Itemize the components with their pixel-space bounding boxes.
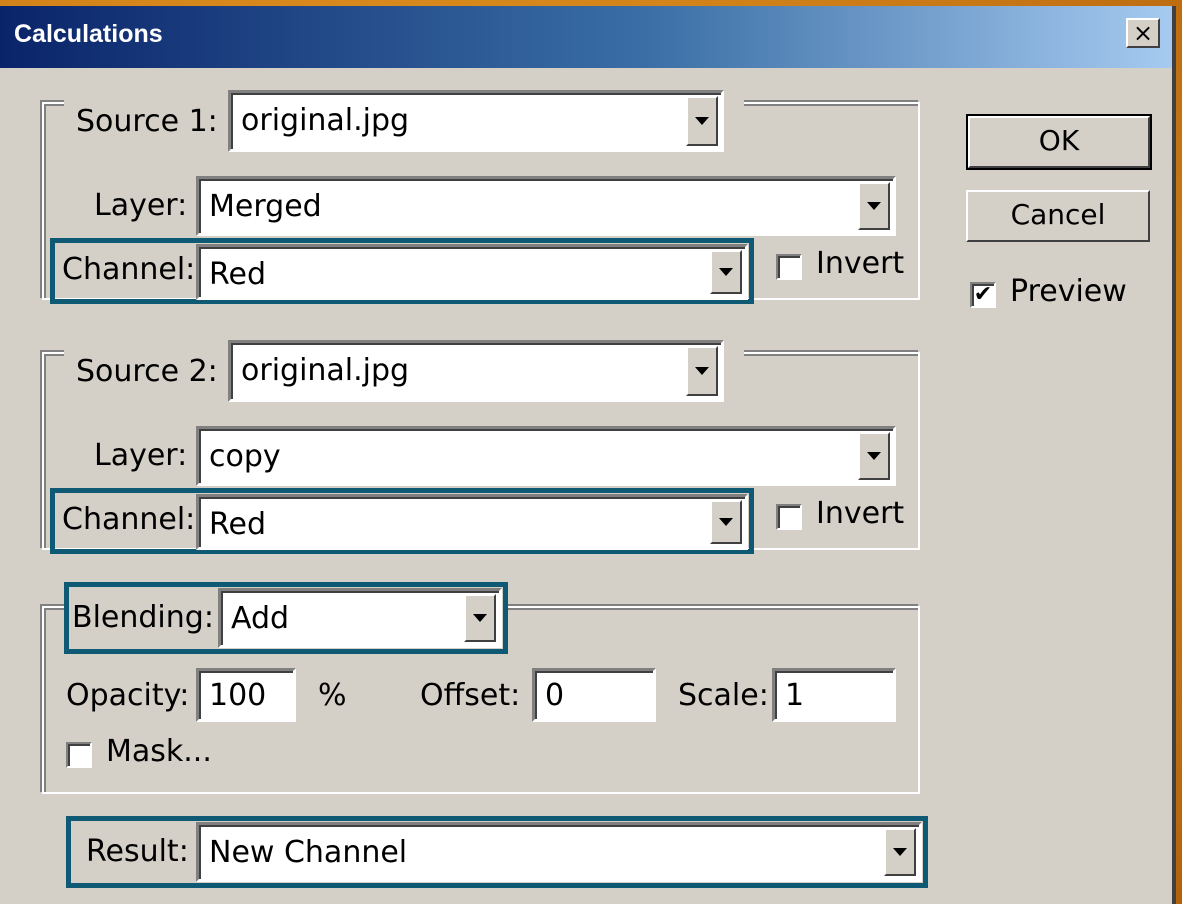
title-bar[interactable]: Calculations × — [0, 6, 1172, 68]
source2-channel-label: Channel: — [62, 502, 196, 537]
mask-checkbox[interactable] — [66, 742, 92, 768]
scale-input[interactable]: 1 — [772, 668, 896, 722]
source1-select[interactable]: original.jpg — [228, 90, 724, 152]
offset-value: 0 — [545, 678, 565, 713]
source2-invert-label: Invert — [816, 496, 905, 531]
source1-layer-value: Merged — [209, 189, 322, 224]
ok-button[interactable]: OK — [966, 114, 1152, 170]
chevron-down-icon[interactable] — [710, 500, 742, 544]
source2-channel-value: Red — [209, 507, 266, 542]
source1-invert-checkbox[interactable] — [776, 254, 802, 280]
source1-label: Source 1: — [76, 104, 218, 139]
blending-select[interactable]: Add — [218, 588, 502, 648]
opacity-label: Opacity: — [66, 678, 190, 713]
cancel-button[interactable]: Cancel — [966, 190, 1150, 242]
source2-layer-select[interactable]: copy — [196, 426, 896, 486]
blending-label: Blending: — [72, 600, 214, 635]
chevron-down-icon[interactable] — [858, 182, 890, 230]
source1-layer-select[interactable]: Merged — [196, 176, 896, 236]
source2-label: Source 2: — [76, 354, 218, 389]
source1-value: original.jpg — [241, 103, 410, 138]
scale-label: Scale: — [678, 678, 769, 713]
source2-layer-value: copy — [209, 439, 281, 474]
result-label: Result: — [86, 834, 189, 869]
opacity-value: 100 — [209, 678, 267, 713]
result-value: New Channel — [209, 835, 408, 870]
offset-input[interactable]: 0 — [532, 668, 656, 722]
source2-layer-label: Layer: — [94, 438, 188, 473]
source1-channel-value: Red — [209, 257, 266, 292]
source1-invert-label: Invert — [816, 246, 905, 281]
chevron-down-icon[interactable] — [464, 594, 496, 642]
result-select[interactable]: New Channel — [196, 822, 922, 882]
chevron-down-icon[interactable] — [686, 96, 718, 146]
opacity-input[interactable]: 100 — [196, 668, 296, 722]
close-button[interactable]: × — [1126, 18, 1160, 48]
source2-invert-checkbox[interactable] — [776, 504, 802, 530]
checkmark-icon: ✔ — [973, 282, 993, 307]
preview-checkbox[interactable]: ✔ — [970, 282, 996, 308]
source1-layer-label: Layer: — [94, 188, 188, 223]
blending-value: Add — [231, 601, 290, 636]
percent-label: % — [318, 678, 347, 713]
source2-value: original.jpg — [241, 353, 410, 388]
source2-select[interactable]: original.jpg — [228, 340, 724, 402]
source1-channel-select[interactable]: Red — [196, 244, 748, 300]
chevron-down-icon[interactable] — [858, 432, 890, 480]
chevron-down-icon[interactable] — [686, 346, 718, 396]
preview-label: Preview — [1010, 274, 1127, 309]
chevron-down-icon[interactable] — [884, 828, 916, 876]
source1-channel-label: Channel: — [62, 252, 196, 287]
window-title: Calculations — [14, 20, 163, 48]
offset-label: Offset: — [420, 678, 521, 713]
source2-channel-select[interactable]: Red — [196, 494, 748, 550]
chevron-down-icon[interactable] — [710, 250, 742, 294]
mask-label: Mask... — [106, 734, 212, 769]
scale-value: 1 — [785, 678, 805, 713]
calculations-dialog: Calculations × Source 1: original.jpg La… — [0, 6, 1176, 904]
